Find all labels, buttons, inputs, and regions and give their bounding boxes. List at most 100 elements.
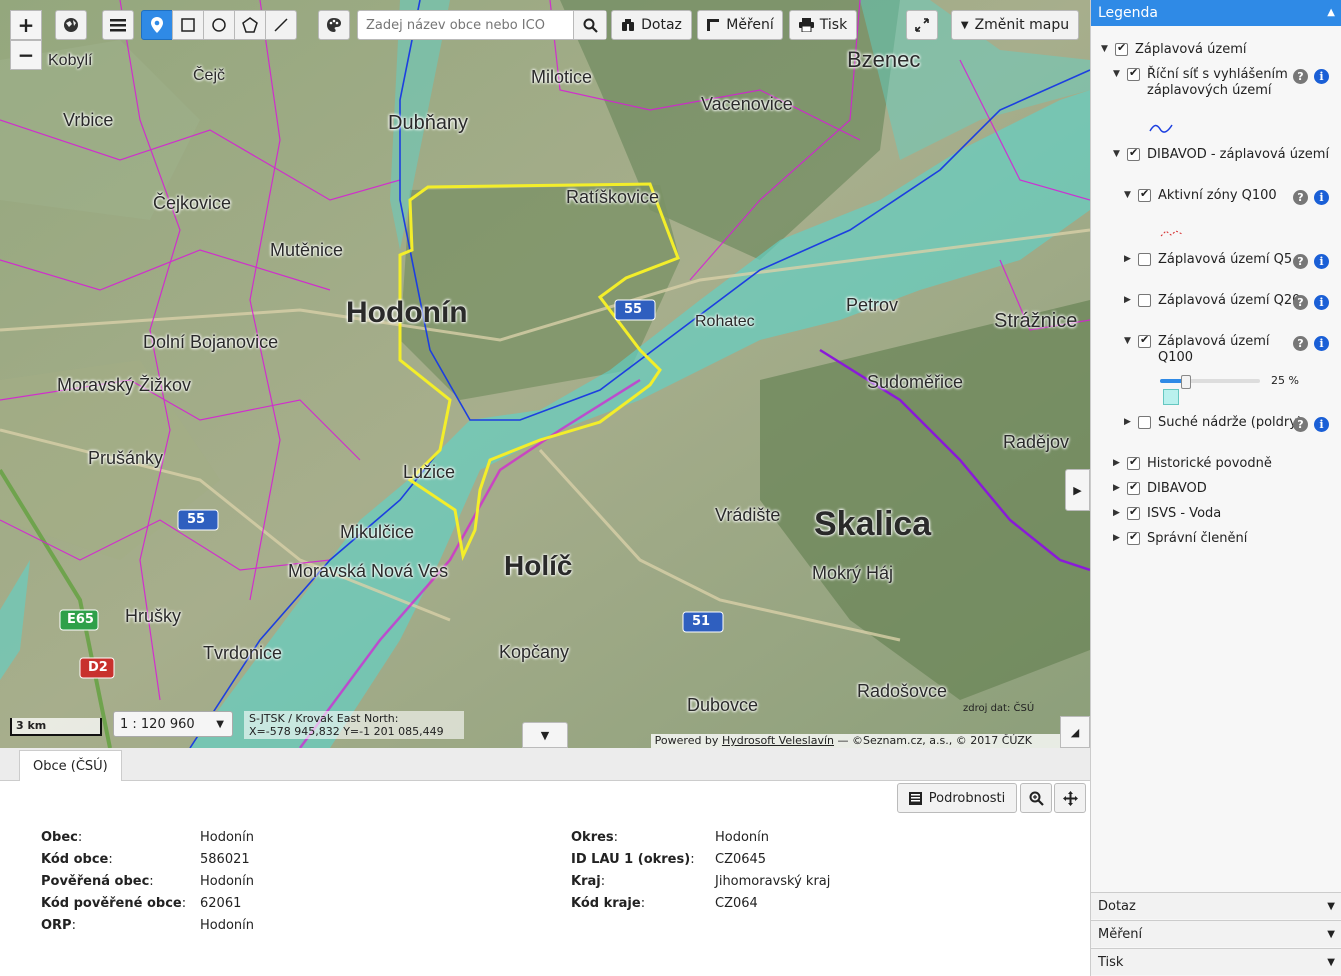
- tab-obce[interactable]: Obce (ČSÚ): [19, 750, 122, 781]
- bottom-panel-toggle-button[interactable]: ▼: [522, 722, 568, 748]
- point-select-button[interactable]: [141, 10, 173, 40]
- legend-panel: Legenda ▲ ▼ Záplavová území ▼ Říční síť s v…: [1090, 0, 1341, 976]
- caret-down-icon: ▼: [216, 718, 224, 730]
- palette-button[interactable]: [318, 10, 350, 40]
- query-button[interactable]: Dotaz: [611, 10, 692, 40]
- river-symbol-icon: [1149, 124, 1173, 133]
- flood-zone-swatch: [1163, 389, 1179, 405]
- info-icon[interactable]: i: [1314, 417, 1329, 432]
- layer-label: Záplavová území: [1135, 42, 1247, 57]
- search-input[interactable]: [358, 11, 573, 39]
- caret-right-icon[interactable]: ▶: [1113, 533, 1120, 543]
- zoom-out-button[interactable]: −: [10, 40, 42, 70]
- zoom-in-button[interactable]: +: [10, 10, 42, 40]
- caret-down-icon: ▼: [960, 19, 969, 31]
- info-icon[interactable]: i: [1314, 336, 1329, 351]
- caret-right-icon[interactable]: ▶: [1124, 295, 1131, 305]
- help-icon[interactable]: ?: [1293, 336, 1308, 351]
- scale-select[interactable]: 1 : 120 960 ▼: [113, 711, 233, 737]
- layer-checkbox[interactable]: [1138, 253, 1151, 266]
- legend-toggle-button[interactable]: ▶: [1065, 469, 1090, 511]
- accordion-dotaz[interactable]: Dotaz ▼: [1091, 892, 1341, 919]
- caret-right-icon[interactable]: ▶: [1113, 458, 1120, 468]
- help-icon[interactable]: ?: [1293, 254, 1308, 269]
- measure-button[interactable]: Měření: [697, 10, 783, 40]
- overview-map-button[interactable]: ◢: [1060, 716, 1090, 748]
- move-icon: [1062, 790, 1078, 806]
- pan-to-feature-button[interactable]: [1054, 783, 1086, 813]
- road-number-label: E65: [67, 612, 94, 627]
- place-label: Čejkovice: [153, 193, 232, 213]
- help-icon[interactable]: ?: [1293, 295, 1308, 310]
- info-icon[interactable]: i: [1314, 254, 1329, 269]
- opacity-slider[interactable]: [1160, 375, 1260, 389]
- place-label: Hrušky: [125, 606, 182, 626]
- layer-checkbox[interactable]: [1138, 187, 1151, 202]
- layer-checkbox[interactable]: [1138, 294, 1151, 307]
- info-icon[interactable]: i: [1314, 190, 1329, 205]
- search-icon: [583, 18, 598, 33]
- rectangle-select-button[interactable]: [172, 10, 204, 40]
- help-icon[interactable]: ?: [1293, 69, 1308, 84]
- circle-select-button[interactable]: [203, 10, 235, 40]
- fullscreen-button[interactable]: [906, 10, 938, 40]
- palette-icon: [327, 18, 341, 32]
- attribute-value: Hodonín: [200, 874, 255, 889]
- accordion-label: Tisk: [1098, 955, 1124, 970]
- info-icon[interactable]: i: [1314, 69, 1329, 84]
- data-source-label: zdroj dat: ČSÚ: [963, 703, 1035, 714]
- layer-label: Záplavová území Q20: [1158, 293, 1301, 308]
- attribute-key: Okres:: [571, 830, 619, 845]
- change-map-button[interactable]: ▼ Změnit mapu: [951, 10, 1079, 40]
- attribution-link[interactable]: Hydrosoft Veleslavín: [722, 734, 834, 747]
- attribute-key: Kraj:: [571, 874, 606, 889]
- layer-label: Říční síť s vyhlášením záplavových území: [1147, 67, 1288, 98]
- info-icon[interactable]: i: [1314, 295, 1329, 310]
- line-select-button[interactable]: [265, 10, 297, 40]
- caret-right-icon[interactable]: ▶: [1124, 417, 1131, 427]
- details-button[interactable]: Podrobnosti: [897, 783, 1017, 813]
- caret-down-icon[interactable]: ▼: [1101, 44, 1108, 54]
- place-label: Vrbice: [63, 110, 114, 130]
- coords-values: X=-578 945,832 Y=-1 201 085,449: [249, 725, 444, 738]
- layer-checkbox[interactable]: [1127, 530, 1140, 545]
- details-label: Podrobnosti: [928, 790, 1006, 806]
- accordion-mereni[interactable]: Měření ▼: [1091, 920, 1341, 947]
- hamburger-icon: [110, 19, 126, 32]
- caret-down-icon[interactable]: ▼: [1124, 336, 1131, 346]
- caret-right-icon[interactable]: ▶: [1113, 508, 1120, 518]
- layer-checkbox[interactable]: [1127, 66, 1140, 81]
- globe-button[interactable]: [55, 10, 87, 40]
- help-icon[interactable]: ?: [1293, 417, 1308, 432]
- map-view[interactable]: Kobylí Čejč Vrbice Dubňany Milotice Vacenovic…: [0, 0, 1090, 748]
- query-label: Dotaz: [641, 17, 682, 33]
- caret-down-icon[interactable]: ▼: [1113, 69, 1120, 79]
- layers-menu-button[interactable]: [102, 10, 134, 40]
- attribute-key: Obec:: [41, 830, 83, 845]
- search-button[interactable]: [573, 11, 606, 39]
- layer-checkbox[interactable]: [1127, 146, 1140, 161]
- layer-checkbox[interactable]: [1138, 416, 1151, 429]
- layer-checkbox[interactable]: [1127, 505, 1140, 520]
- caret-right-icon[interactable]: ▶: [1124, 254, 1131, 264]
- layer-checkbox[interactable]: [1127, 480, 1140, 495]
- place-label: Mutěnice: [270, 240, 344, 260]
- info-tab-bar: Obce (ČSÚ): [0, 748, 1090, 781]
- help-icon[interactable]: ?: [1293, 190, 1308, 205]
- opacity-slider-handle[interactable]: [1181, 375, 1191, 389]
- attribute-value: CZ064: [715, 896, 758, 911]
- caret-down-icon: ▼: [540, 728, 550, 742]
- accordion-label: Dotaz: [1098, 899, 1136, 914]
- caret-down-icon[interactable]: ▼: [1124, 190, 1131, 200]
- caret-down-icon[interactable]: ▼: [1113, 149, 1120, 159]
- accordion-tisk[interactable]: Tisk ▼: [1091, 948, 1341, 975]
- legend-header[interactable]: Legenda ▲: [1091, 0, 1341, 26]
- print-button[interactable]: Tisk: [789, 10, 857, 40]
- polygon-select-button[interactable]: [234, 10, 266, 40]
- layer-checkbox[interactable]: [1115, 41, 1128, 56]
- layer-checkbox[interactable]: [1127, 455, 1140, 470]
- caret-right-icon[interactable]: ▶: [1113, 483, 1120, 493]
- zoom-to-feature-button[interactable]: [1020, 783, 1052, 813]
- layer-checkbox[interactable]: [1138, 333, 1151, 348]
- place-label: Milotice: [531, 67, 593, 87]
